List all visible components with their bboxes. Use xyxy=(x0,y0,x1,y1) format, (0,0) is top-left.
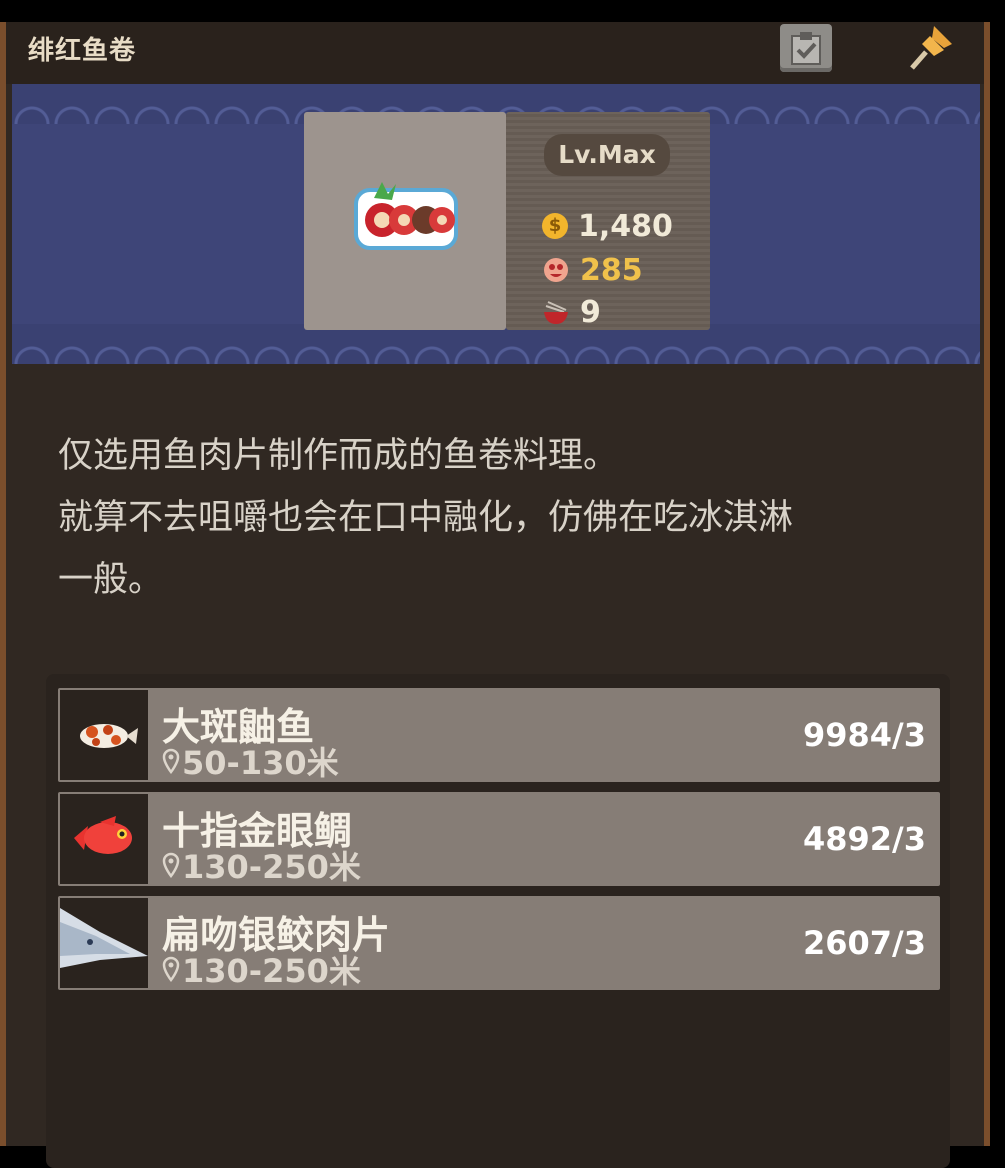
fan-face-icon xyxy=(544,258,568,282)
location-pin-icon xyxy=(162,748,180,774)
dish-description: 仅选用鱼肉片制作而成的鱼卷料理。 就算不去咀嚼也会在口中融化，仿佛在吃冰淇淋 一… xyxy=(58,425,938,611)
stock-value: 9 xyxy=(580,294,601,330)
red-bream-fish-icon xyxy=(74,816,132,854)
ingredient-icon xyxy=(60,690,148,780)
dish-stats-card: Lv.Max $ 1,480 285 9 xyxy=(506,112,710,330)
ingredient-list: 大斑鼬鱼 50-130米 9984/3 十指金眼鲷 130-250米 4892/… xyxy=(46,674,950,1168)
distance-text: 130-250米 xyxy=(182,952,361,990)
fish-roll-dish-icon xyxy=(354,182,458,250)
dish-image-card[interactable] xyxy=(304,112,506,330)
clipboard-check-icon xyxy=(791,32,821,65)
price-value: 1,480 xyxy=(578,208,673,244)
distance-text: 50-130米 xyxy=(182,744,339,782)
ingredient-icon xyxy=(60,898,148,988)
ingredient-count: 9984/3 xyxy=(802,716,926,754)
description-line: 一般。 xyxy=(58,560,164,600)
recipe-detail-panel: 绯红鱼卷 Lv.Max $ 1,480 285 9 仅选用鱼肉片制作而成的鱼卷料… xyxy=(0,22,990,1168)
bowl-icon xyxy=(544,301,568,324)
dish-banner: Lv.Max $ 1,480 285 9 xyxy=(12,84,980,364)
ingredient-row[interactable]: 十指金眼鲷 130-250米 4892/3 xyxy=(58,792,940,886)
wave-pattern-bottom xyxy=(12,324,980,364)
silver-chimaera-fillet-icon xyxy=(60,908,148,968)
fans-value: 285 xyxy=(580,252,643,288)
pushpin-icon xyxy=(910,26,952,70)
description-line: 就算不去咀嚼也会在口中融化，仿佛在吃冰淇淋 xyxy=(58,498,794,538)
spotted-eel-fish-icon xyxy=(80,724,138,748)
description-line: 仅选用鱼肉片制作而成的鱼卷料理。 xyxy=(58,436,619,476)
ingredient-row[interactable]: 大斑鼬鱼 50-130米 9984/3 xyxy=(58,688,940,782)
distance-text: 130-250米 xyxy=(182,848,361,886)
price-row: $ 1,480 xyxy=(542,208,673,244)
ingredient-icon xyxy=(60,794,148,884)
recipe-title: 绯红鱼卷 xyxy=(28,36,137,66)
coin-icon: $ xyxy=(542,213,568,239)
location-pin-icon xyxy=(162,852,180,878)
ingredient-distance: 50-130米 xyxy=(162,738,339,784)
fans-row: 285 xyxy=(542,252,643,288)
location-pin-icon xyxy=(162,956,180,982)
clipboard-button[interactable] xyxy=(780,24,832,72)
pin-button[interactable] xyxy=(904,22,960,76)
level-badge: Lv.Max xyxy=(544,134,670,176)
ingredient-count: 4892/3 xyxy=(802,820,926,858)
ingredient-row[interactable]: 扁吻银鲛肉片 130-250米 2607/3 xyxy=(58,896,940,990)
ingredient-count: 2607/3 xyxy=(802,924,926,962)
title-bar: 绯红鱼卷 xyxy=(6,22,984,84)
stock-row: 9 xyxy=(542,294,601,330)
ingredient-distance: 130-250米 xyxy=(162,946,361,992)
ingredient-distance: 130-250米 xyxy=(162,842,361,888)
